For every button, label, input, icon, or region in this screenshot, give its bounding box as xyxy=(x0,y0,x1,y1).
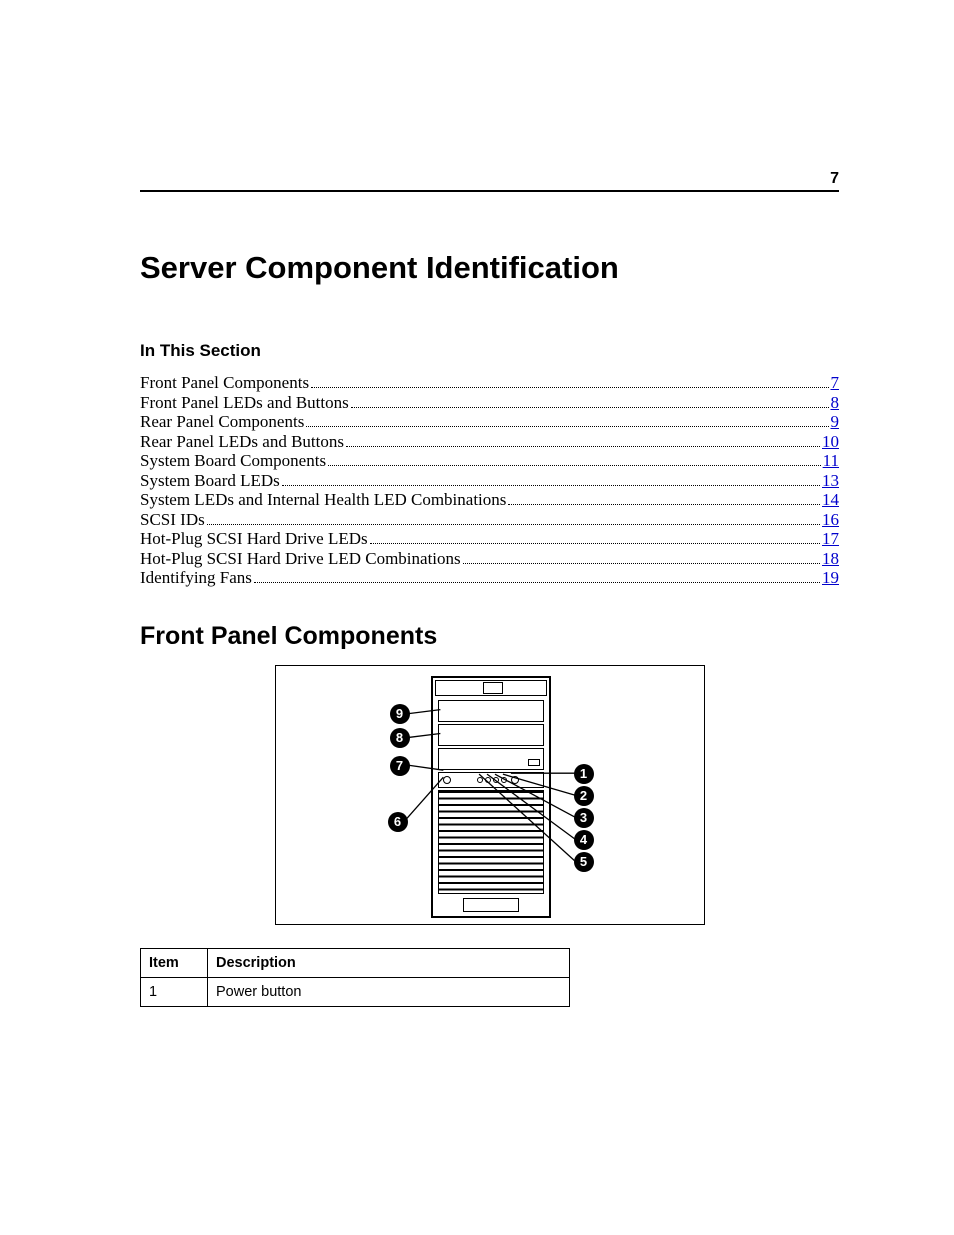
toc-leader-dots xyxy=(306,414,828,427)
toc-leader-dots xyxy=(508,492,820,505)
toc-page-link[interactable]: 13 xyxy=(822,471,839,491)
toc-row: Front Panel LEDs and Buttons 8 xyxy=(140,393,839,413)
toc-label: System Board Components xyxy=(140,451,326,471)
section-heading-front-panel-components: Front Panel Components xyxy=(140,622,839,651)
toc-leader-dots xyxy=(370,531,820,544)
callout-9: 9 xyxy=(390,704,410,724)
toc-row: Identifying Fans 19 xyxy=(140,568,839,588)
toc-page-link[interactable]: 18 xyxy=(822,549,839,569)
toc-page-link[interactable]: 9 xyxy=(831,412,840,432)
toc-label: System LEDs and Internal Health LED Comb… xyxy=(140,490,506,510)
toc-leader-dots xyxy=(346,434,820,447)
toc-label: Hot-Plug SCSI Hard Drive LEDs xyxy=(140,529,368,549)
toc-row: SCSI IDs 16 xyxy=(140,510,839,530)
toc-leader-dots xyxy=(207,512,820,525)
toc-leader-dots xyxy=(328,453,821,466)
toc-row: Hot-Plug SCSI Hard Drive LED Combination… xyxy=(140,549,839,569)
toc-label: SCSI IDs xyxy=(140,510,205,530)
toc-row: Rear Panel Components 9 xyxy=(140,412,839,432)
toc-label: Rear Panel Components xyxy=(140,412,304,432)
toc-page-link[interactable]: 17 xyxy=(822,529,839,549)
in-this-section-heading: In This Section xyxy=(140,341,839,361)
toc-leader-dots xyxy=(311,375,828,388)
callout-2: 2 xyxy=(574,786,594,806)
table-header-description: Description xyxy=(208,949,570,978)
table-header-item: Item xyxy=(141,949,208,978)
table-cell-item: 1 xyxy=(141,978,208,1007)
toc-row: System Board Components 11 xyxy=(140,451,839,471)
toc-leader-dots xyxy=(351,395,829,408)
toc-page-link[interactable]: 14 xyxy=(822,490,839,510)
front-panel-diagram: 9 8 7 6 1 2 3 4 5 xyxy=(275,665,705,925)
toc-row: Front Panel Components 7 xyxy=(140,373,839,393)
toc-row: System LEDs and Internal Health LED Comb… xyxy=(140,490,839,510)
toc-page-link[interactable]: 8 xyxy=(831,393,840,413)
toc-leader-dots xyxy=(282,473,820,486)
server-tower-outline xyxy=(431,676,551,918)
component-table: Item Description 1Power button xyxy=(140,948,570,1007)
page-number: 7 xyxy=(140,170,839,192)
toc-label: Hot-Plug SCSI Hard Drive LED Combination… xyxy=(140,549,461,569)
toc-row: Hot-Plug SCSI Hard Drive LEDs 17 xyxy=(140,529,839,549)
toc-row: Rear Panel LEDs and Buttons 10 xyxy=(140,432,839,452)
table-cell-description: Power button xyxy=(208,978,570,1007)
toc-page-link[interactable]: 11 xyxy=(823,451,839,471)
callout-1: 1 xyxy=(574,764,594,784)
callout-3: 3 xyxy=(574,808,594,828)
toc-label: Front Panel LEDs and Buttons xyxy=(140,393,349,413)
page-title: Server Component Identification xyxy=(140,250,839,286)
toc-page-link[interactable]: 16 xyxy=(822,510,839,530)
toc-label: System Board LEDs xyxy=(140,471,280,491)
callout-6: 6 xyxy=(388,812,408,832)
callout-8: 8 xyxy=(390,728,410,748)
toc-leader-dots xyxy=(254,571,820,584)
toc-list: Front Panel Components7Front Panel LEDs … xyxy=(140,373,839,588)
toc-label: Front Panel Components xyxy=(140,373,309,393)
toc-label: Rear Panel LEDs and Buttons xyxy=(140,432,344,452)
toc-row: System Board LEDs 13 xyxy=(140,471,839,491)
toc-page-link[interactable]: 7 xyxy=(831,373,840,393)
toc-page-link[interactable]: 19 xyxy=(822,568,839,588)
callout-4: 4 xyxy=(574,830,594,850)
table-row: 1Power button xyxy=(141,978,570,1007)
callout-5: 5 xyxy=(574,852,594,872)
toc-leader-dots xyxy=(463,551,820,564)
toc-label: Identifying Fans xyxy=(140,568,252,588)
callout-7: 7 xyxy=(390,756,410,776)
toc-page-link[interactable]: 10 xyxy=(822,432,839,452)
